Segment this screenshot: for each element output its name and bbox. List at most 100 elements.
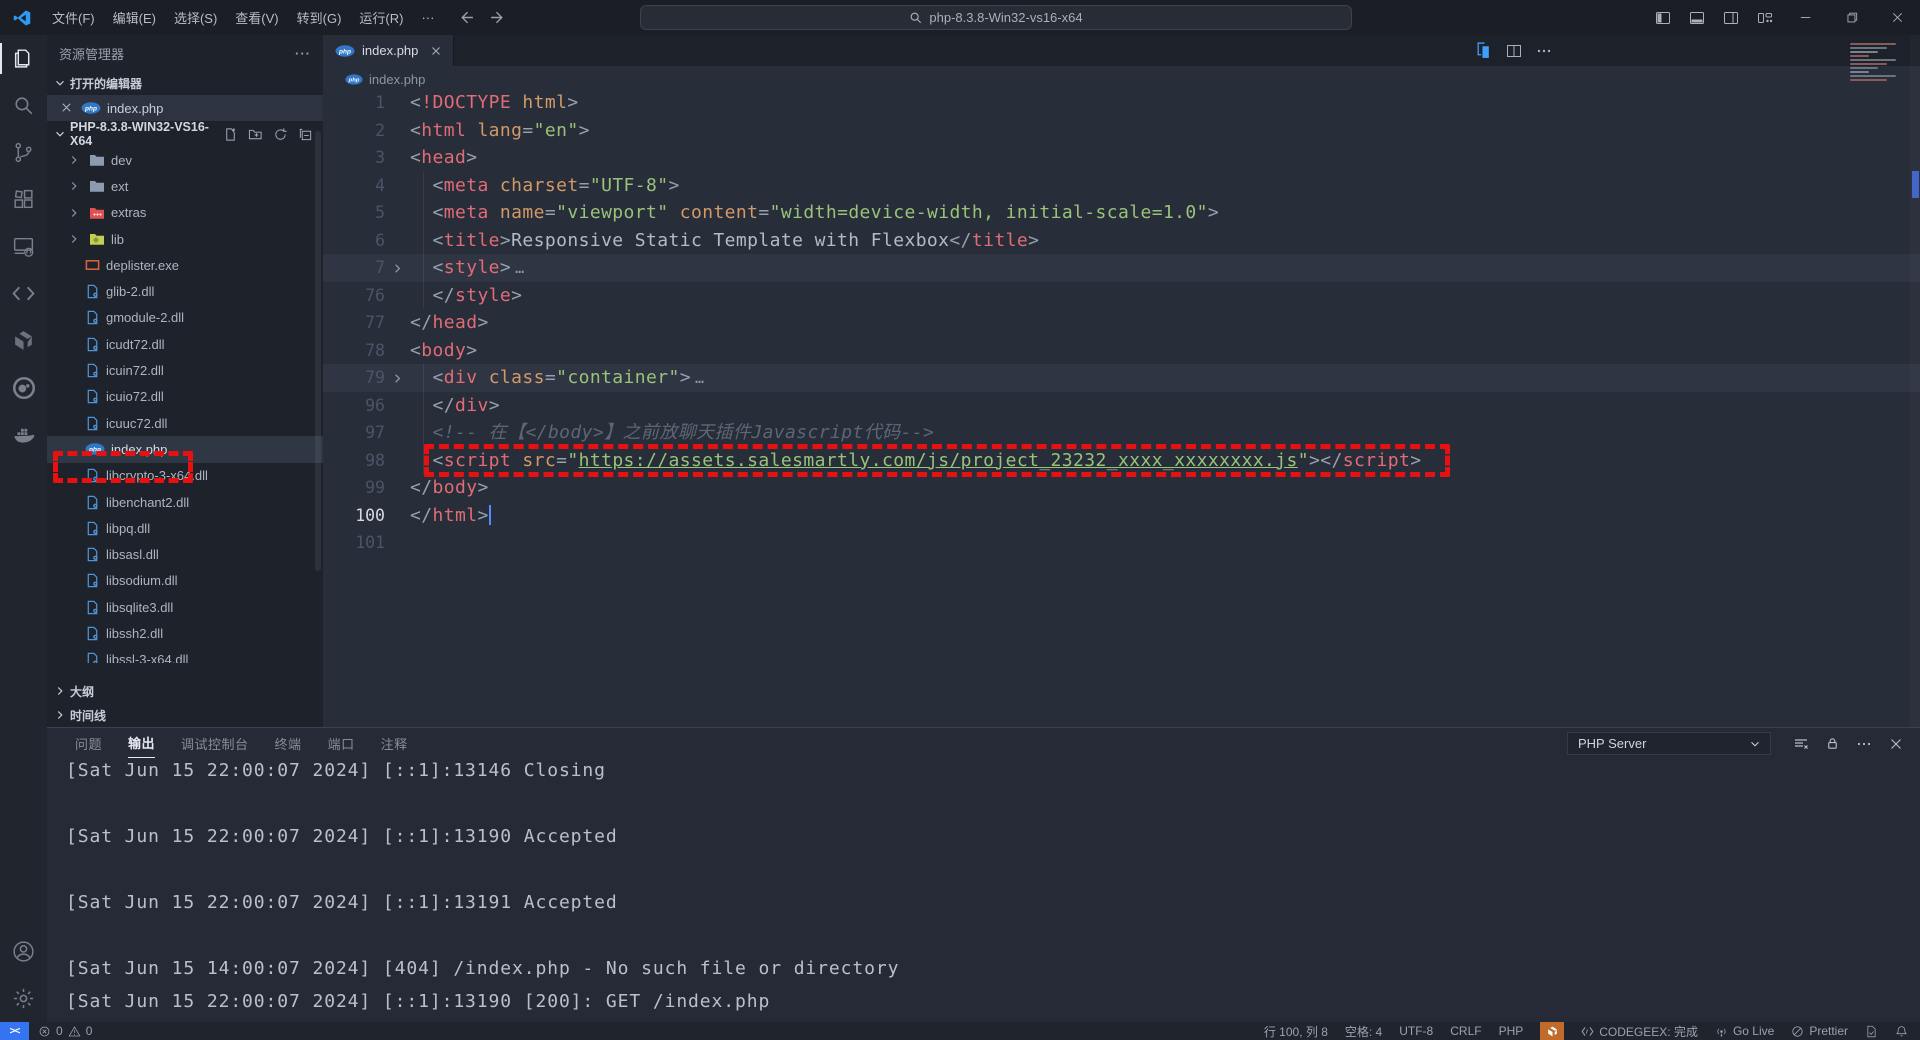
account-icon[interactable]	[0, 928, 47, 975]
tree-item-libcrypto-3-x64.dll[interactable]: libcrypto-3-x64.dll	[47, 463, 323, 489]
more-actions-icon[interactable]	[1536, 43, 1552, 59]
open-editors-section[interactable]: 打开的编辑器	[47, 71, 323, 95]
codegeex-icon[interactable]	[0, 317, 47, 364]
tree-item-libssl-3-x64.dll[interactable]: libssl-3-x64.dll	[47, 647, 323, 663]
tree-item-deplister.exe[interactable]: deplister.exe	[47, 252, 323, 278]
menu-item-e[interactable]: 编辑(E)	[104, 0, 165, 35]
collapse-all-icon[interactable]	[298, 127, 313, 142]
panel-tab-输出[interactable]: 输出	[128, 728, 155, 758]
code-line-76[interactable]: 76 </style>	[323, 282, 1920, 310]
tree-item-libpq.dll[interactable]: libpq.dll	[47, 515, 323, 541]
code-line-96[interactable]: 96 </div>	[323, 392, 1920, 420]
code-line-98[interactable]: 98 <script src="https://assets.salesmart…	[323, 447, 1920, 475]
code-area[interactable]: 1<!DOCTYPE html>2<html lang="en">3<head>…	[323, 89, 1920, 727]
search-icon[interactable]	[0, 82, 47, 129]
live-share-icon[interactable]	[0, 270, 47, 317]
status-item-golive[interactable]: Go Live	[1715, 1024, 1774, 1038]
status-item-4[interactable]: 空格: 4	[1345, 1023, 1382, 1040]
status-item-php[interactable]: PHP	[1499, 1024, 1524, 1038]
editor-scrollbar[interactable]	[1910, 35, 1920, 727]
close-window-button[interactable]	[1874, 0, 1920, 35]
command-center-search[interactable]: php-8.3.8-Win32-vs16-x64	[640, 5, 1352, 30]
refresh-icon[interactable]	[273, 127, 288, 142]
code-line-3[interactable]: 3<head>	[323, 144, 1920, 172]
tree-item-icuuc72.dll[interactable]: icuuc72.dll	[47, 410, 323, 436]
status-item-file-check[interactable]	[1865, 1025, 1878, 1038]
code-line-5[interactable]: 5 <meta name="viewport" content="width=d…	[323, 199, 1920, 227]
panel-tab-端口[interactable]: 端口	[328, 728, 355, 758]
settings-gear-icon[interactable]	[0, 975, 47, 1022]
open-editor-item-indexphp[interactable]: php index.php	[47, 95, 323, 121]
status-item-1008[interactable]: 行 100, 列 8	[1264, 1023, 1328, 1040]
remote-indicator[interactable]: ><	[0, 1022, 29, 1040]
nav-forward-icon[interactable]	[489, 9, 506, 26]
explorer-icon[interactable]	[0, 35, 47, 82]
new-file-icon[interactable]	[223, 127, 238, 142]
tree-item-icuin72.dll[interactable]: icuin72.dll	[47, 357, 323, 383]
output-channel-select[interactable]: PHP Server	[1567, 732, 1771, 755]
status-item-codegeex-badge[interactable]	[1540, 1022, 1564, 1040]
tree-item-libenchant2.dll[interactable]: libenchant2.dll	[47, 489, 323, 515]
extensions-icon[interactable]	[0, 176, 47, 223]
code-line-79[interactable]: 79 <div class="container">…	[323, 364, 1920, 392]
nav-back-icon[interactable]	[458, 9, 475, 26]
panel-tab-注释[interactable]: 注释	[381, 728, 408, 758]
outline-section[interactable]: 大纲	[47, 679, 323, 703]
timeline-section[interactable]: 时间线	[47, 703, 323, 727]
close-panel-icon[interactable]	[1888, 736, 1904, 752]
code-line-97[interactable]: 97 <!-- 在【</body>】之前放聊天插件Javascript代码-->	[323, 419, 1920, 447]
tab-indexphp[interactable]: php index.php	[323, 35, 454, 66]
close-editor-icon[interactable]	[59, 100, 74, 115]
sidebar-scrollbar[interactable]	[315, 131, 321, 571]
status-item-crlf[interactable]: CRLF	[1450, 1024, 1481, 1038]
tree-item-extras[interactable]: extras	[47, 200, 323, 226]
codegeex-badge-icon[interactable]	[1540, 1022, 1564, 1040]
clear-output-icon[interactable]	[1793, 736, 1809, 752]
tree-item-gmodule-2.dll[interactable]: gmodule-2.dll	[47, 305, 323, 331]
menu-item-[interactable]: ···	[412, 0, 443, 35]
fold-chevron-icon[interactable]	[390, 254, 405, 276]
menu-item-s[interactable]: 选择(S)	[165, 0, 226, 35]
fold-chevron-icon[interactable]	[390, 364, 405, 386]
tree-item-ext[interactable]: ext	[47, 173, 323, 199]
minimap[interactable]	[1850, 41, 1910, 81]
code-line-78[interactable]: 78<body>	[323, 337, 1920, 365]
tree-item-libsasl.dll[interactable]: libsasl.dll	[47, 541, 323, 567]
code-line-99[interactable]: 99</body>	[323, 474, 1920, 502]
php-tools-icon[interactable]	[0, 364, 47, 411]
tree-item-icuio72.dll[interactable]: icuio72.dll	[47, 384, 323, 410]
status-item-codegeex[interactable]: CODEGEEX: 完成	[1581, 1023, 1698, 1040]
code-line-7[interactable]: 7 <style>…	[323, 254, 1920, 282]
remote-explorer-icon[interactable]	[0, 223, 47, 270]
status-item-bell[interactable]	[1895, 1025, 1908, 1038]
problems-status[interactable]: 0 0	[29, 1024, 92, 1038]
menu-item-g[interactable]: 转到(G)	[288, 0, 351, 35]
menu-item-v[interactable]: 查看(V)	[226, 0, 287, 35]
code-line-1[interactable]: 1<!DOCTYPE html>	[323, 89, 1920, 117]
tree-item-dev[interactable]: dev	[47, 147, 323, 173]
customize-layout-icon[interactable]	[1748, 0, 1782, 35]
tree-item-libssh2.dll[interactable]: libssh2.dll	[47, 620, 323, 646]
output-console[interactable]: [Sat Jun 15 22:00:07 2024] [::1]:13146 C…	[47, 758, 1920, 1020]
sidebar-more-icon[interactable]: ···	[295, 46, 311, 61]
menu-item-r[interactable]: 运行(R)	[350, 0, 412, 35]
code-line-2[interactable]: 2<html lang="en">	[323, 117, 1920, 145]
toggle-secondary-sidebar-icon[interactable]	[1714, 0, 1748, 35]
split-editor-icon[interactable]	[1506, 43, 1522, 59]
code-line-6[interactable]: 6 <title>Responsive Static Template with…	[323, 227, 1920, 255]
code-line-100[interactable]: 100</html>	[323, 502, 1920, 530]
open-preview-icon[interactable]	[1475, 42, 1492, 59]
menu-item-f[interactable]: 文件(F)	[43, 0, 104, 35]
tree-item-lib[interactable]: lib	[47, 226, 323, 252]
docker-icon[interactable]	[0, 411, 47, 458]
status-item-utf8[interactable]: UTF-8	[1399, 1024, 1433, 1038]
code-line-77[interactable]: 77</head>	[323, 309, 1920, 337]
panel-tab-终端[interactable]: 终端	[275, 728, 302, 758]
tree-item-index.php[interactable]: phpindex.php	[47, 436, 323, 462]
code-line-4[interactable]: 4 <meta charset="UTF-8">	[323, 172, 1920, 200]
tree-item-libsqlite3.dll[interactable]: libsqlite3.dll	[47, 594, 323, 620]
tree-item-libsodium.dll[interactable]: libsodium.dll	[47, 568, 323, 594]
project-folder-header[interactable]: PHP-8.3.8-WIN32-VS16-X64	[47, 121, 323, 147]
close-tab-icon[interactable]	[429, 44, 443, 58]
tree-item-glib-2.dll[interactable]: glib-2.dll	[47, 278, 323, 304]
